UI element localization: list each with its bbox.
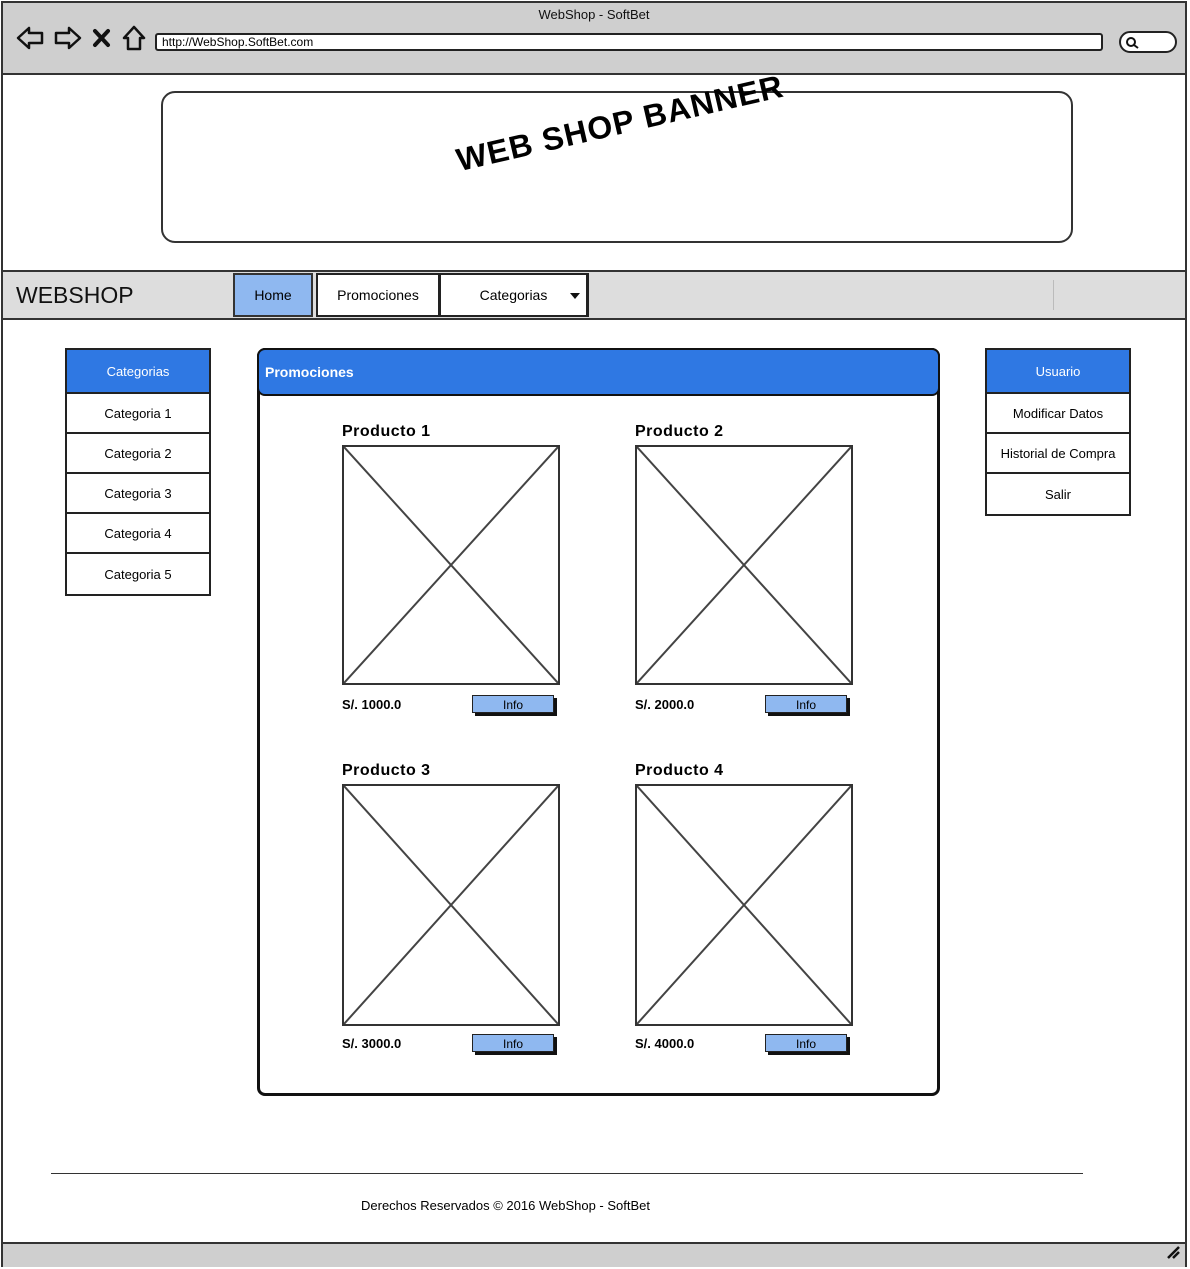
home-icon[interactable] (121, 23, 147, 53)
product-name: Producto 2 (635, 423, 724, 440)
product-card: Producto 2 S/. 2000.0 Info (635, 423, 855, 713)
product-image-placeholder[interactable] (635, 784, 853, 1026)
close-icon[interactable] (91, 23, 113, 53)
product-name: Producto 4 (635, 762, 724, 779)
main-navbar: WEBSHOP Home Promociones Categorias (3, 270, 1185, 320)
forward-icon[interactable] (53, 23, 83, 53)
chevron-down-icon (570, 293, 580, 299)
product-price: S/. 2000.0 (635, 697, 695, 712)
user-panel: Usuario Modificar Datos Historial de Com… (985, 348, 1131, 516)
tab-home[interactable]: Home (233, 273, 313, 317)
categories-title: Categorias (67, 350, 209, 394)
info-button[interactable]: Info (765, 1034, 847, 1052)
footer-divider (51, 1173, 1083, 1174)
category-item-2[interactable]: Categoria 2 (67, 434, 209, 474)
browser-toolbar: WebShop - SoftBet http://WebShop.SoftBet… (3, 3, 1185, 75)
product-image-placeholder[interactable] (635, 445, 853, 685)
product-price: S/. 4000.0 (635, 1036, 695, 1051)
info-button[interactable]: Info (472, 1034, 554, 1052)
category-item-4[interactable]: Categoria 4 (67, 514, 209, 554)
brand-logo[interactable]: WEBSHOP (16, 282, 134, 309)
info-button[interactable]: Info (765, 695, 847, 713)
footer-copyright: Derechos Reservados © 2016 WebShop - Sof… (361, 1198, 650, 1213)
back-icon[interactable] (15, 23, 45, 53)
product-image-placeholder[interactable] (342, 784, 560, 1026)
promotions-title: Promociones (257, 348, 940, 396)
browser-window: WebShop - SoftBet http://WebShop.SoftBet… (1, 1, 1187, 1267)
product-name: Producto 3 (342, 762, 431, 779)
browser-search[interactable] (1119, 31, 1177, 53)
category-item-5[interactable]: Categoria 5 (67, 554, 209, 594)
category-item-1[interactable]: Categoria 1 (67, 394, 209, 434)
user-item-historial[interactable]: Historial de Compra (987, 434, 1129, 474)
category-item-3[interactable]: Categoria 3 (67, 474, 209, 514)
product-price: S/. 1000.0 (342, 697, 402, 712)
navbar-divider (1053, 280, 1054, 310)
info-button[interactable]: Info (472, 695, 554, 713)
tab-categorias[interactable]: Categorias (439, 273, 589, 317)
categories-panel: Categorias Categoria 1 Categoria 2 Categ… (65, 348, 211, 596)
product-price: S/. 3000.0 (342, 1036, 402, 1051)
product-card: Producto 1 S/. 1000.0 Info (342, 423, 562, 713)
user-title: Usuario (987, 350, 1129, 394)
window-title: WebShop - SoftBet (538, 7, 650, 22)
browser-status-bar (3, 1242, 1185, 1267)
tab-categorias-label: Categorias (479, 287, 548, 303)
url-input[interactable]: http://WebShop.SoftBet.com (155, 33, 1103, 51)
product-name: Producto 1 (342, 423, 431, 440)
product-image-placeholder[interactable] (342, 445, 560, 685)
product-card: Producto 3 S/. 3000.0 Info (342, 762, 562, 1052)
user-item-modificar-datos[interactable]: Modificar Datos (987, 394, 1129, 434)
user-item-salir[interactable]: Salir (987, 474, 1129, 514)
tab-promociones[interactable]: Promociones (316, 273, 440, 317)
browser-nav-icons (15, 23, 147, 53)
resize-grip-icon[interactable] (1165, 1245, 1181, 1264)
product-card: Producto 4 S/. 4000.0 Info (635, 762, 855, 1052)
